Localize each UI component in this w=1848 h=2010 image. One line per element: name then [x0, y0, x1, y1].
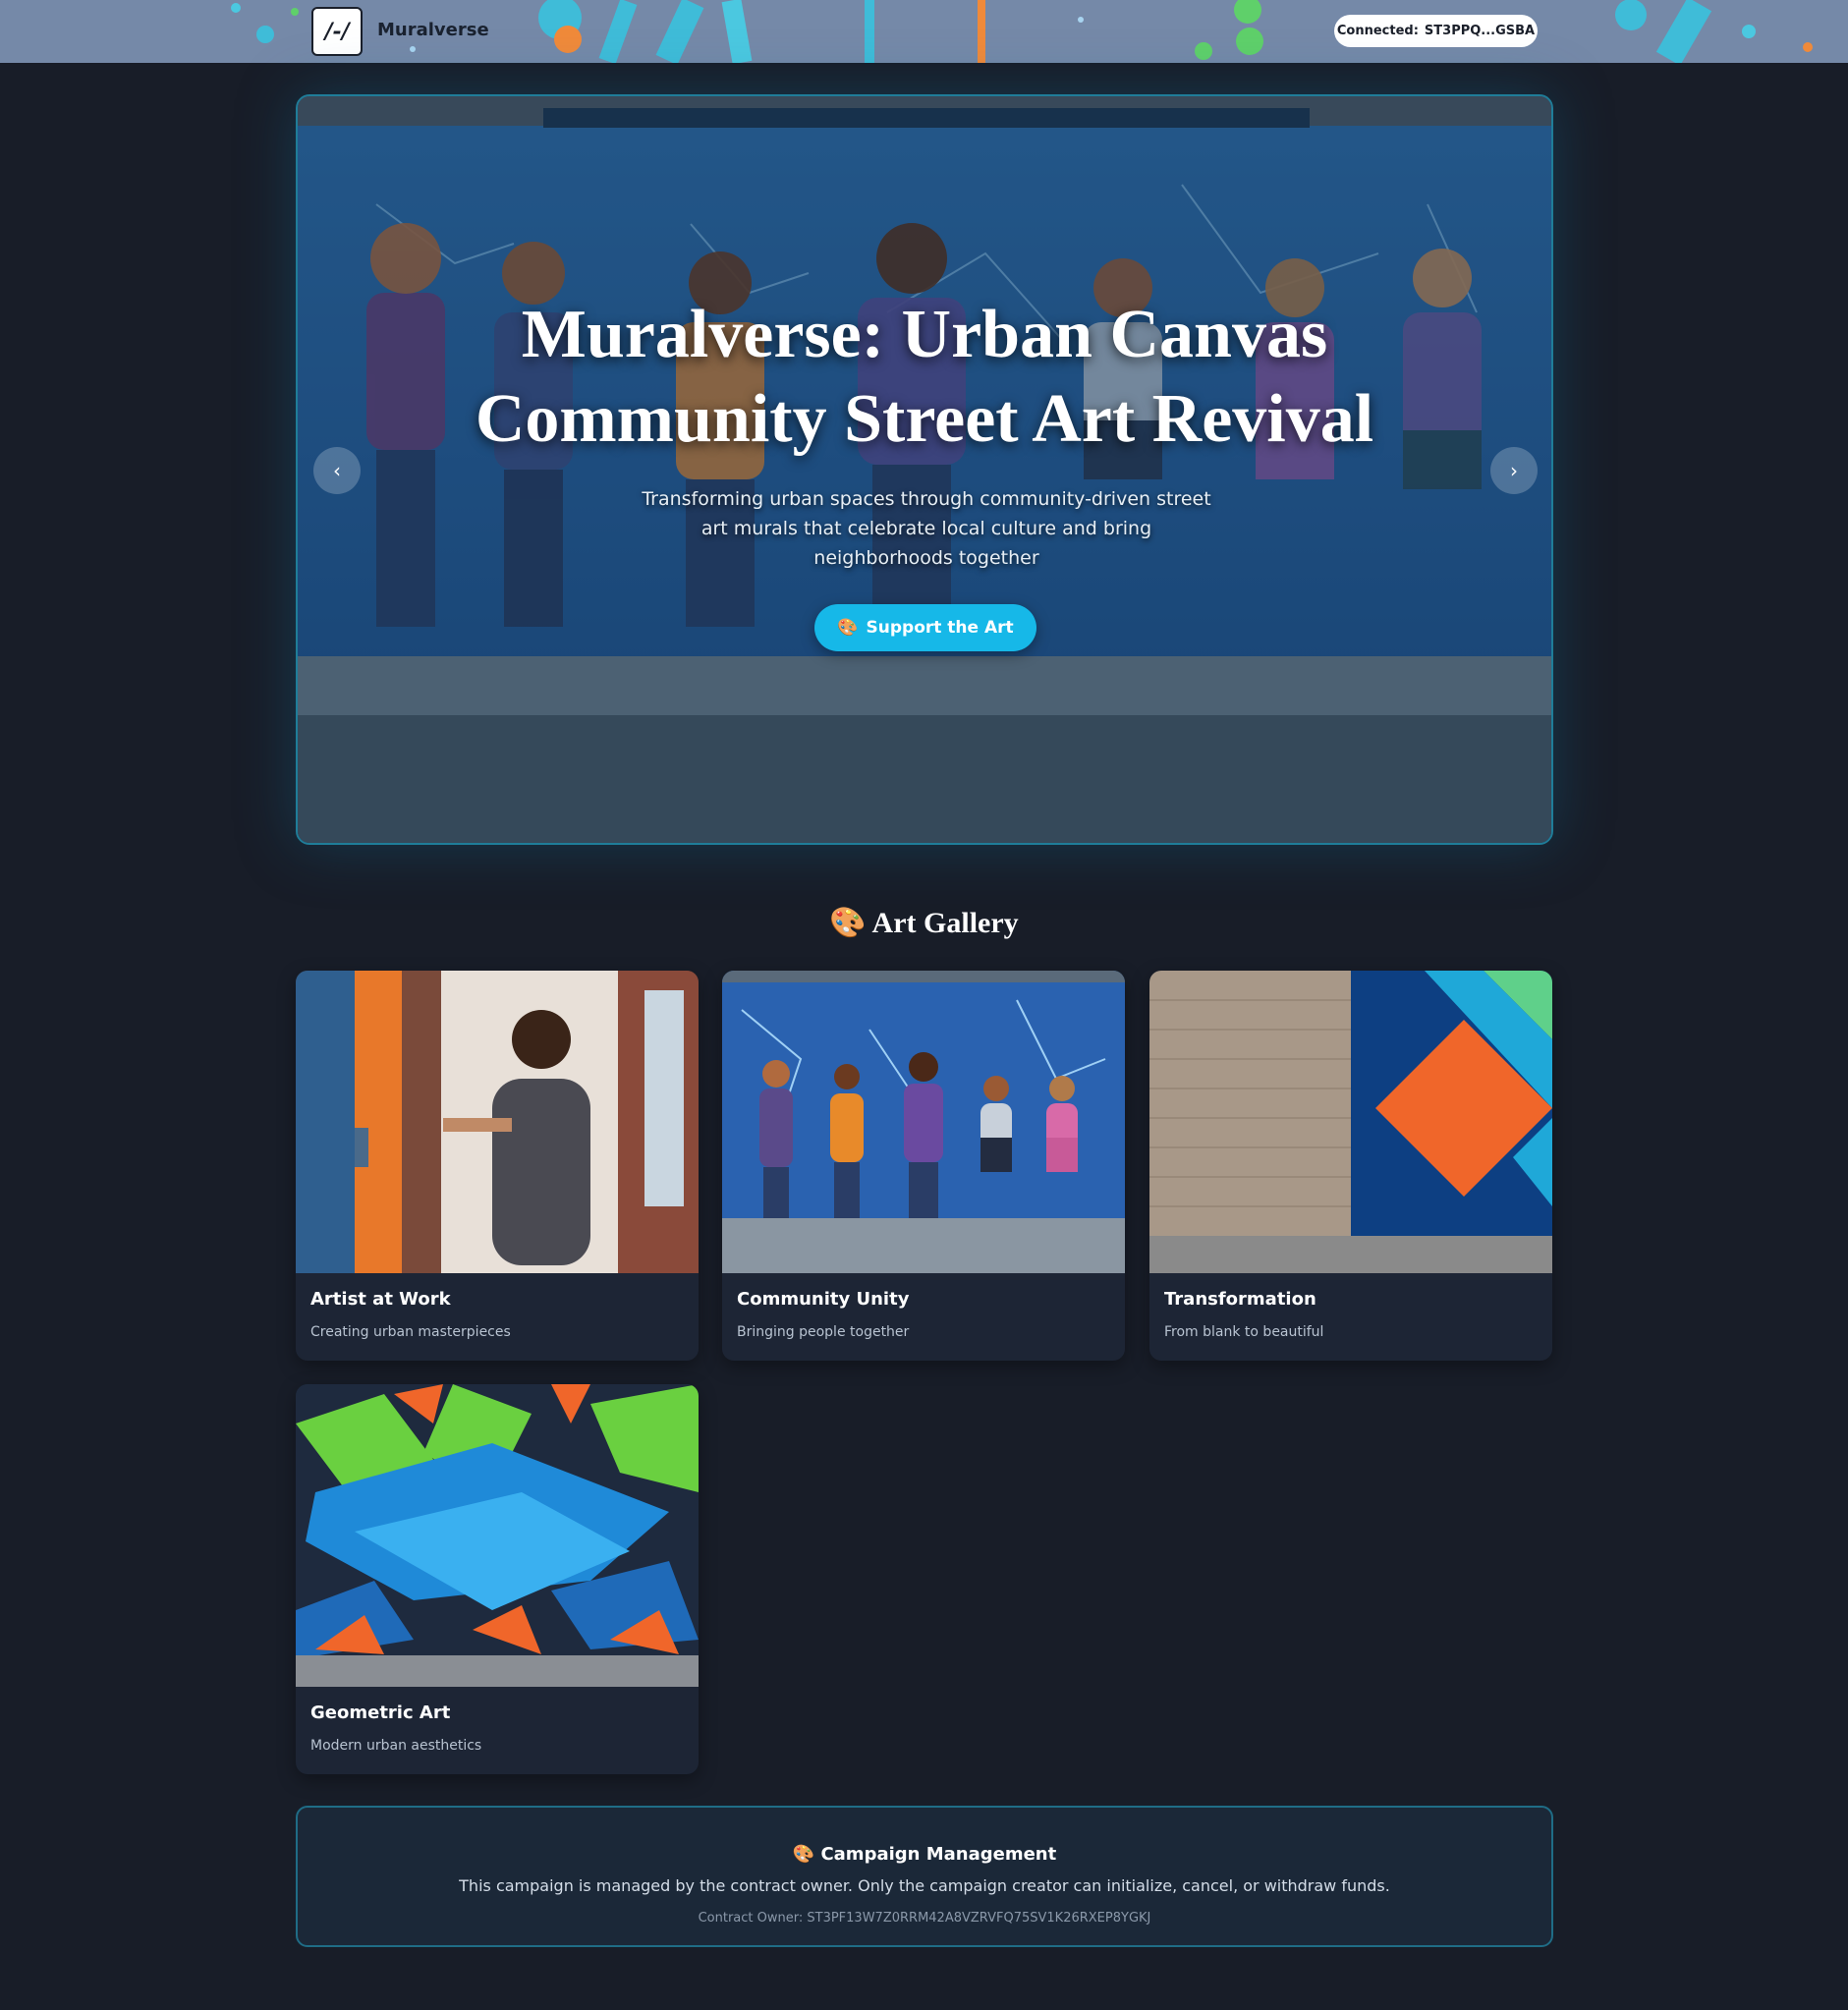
gallery-title: Art Gallery: [871, 907, 1019, 939]
chevron-left-icon: ‹: [333, 459, 341, 482]
paint-splatter-background: [231, 0, 1813, 63]
wallet-label: Connected:: [1336, 24, 1419, 38]
contract-owner-address: Contract Owner: ST3PF13W7Z0RRM42A8VZRVFQ…: [698, 1911, 1151, 1926]
carousel-prev-button[interactable]: ‹: [313, 447, 361, 494]
gallery-card-title: Community Unity: [737, 1289, 910, 1310]
brand-name[interactable]: Muralverse: [377, 20, 489, 40]
hero-banner: Muralverse: Urban Canvas Community Stree…: [296, 94, 1553, 845]
support-button-label: Support the Art: [866, 618, 1014, 638]
campaign-management-panel: 🎨 Campaign Management This campaign is m…: [296, 1806, 1553, 1947]
gallery-card-description: Modern urban aesthetics: [310, 1738, 482, 1754]
campaign-heading: 🎨 Campaign Management: [298, 1844, 1551, 1865]
logo-icon[interactable]: /-/: [311, 7, 363, 56]
gallery-image-community: [722, 971, 1125, 1273]
gallery-image-geometric: [296, 1384, 699, 1687]
campaign-title: Campaign Management: [820, 1844, 1057, 1865]
gallery-card-description: Bringing people together: [737, 1324, 910, 1340]
gallery-image-transformation: [1149, 971, 1552, 1273]
gallery-card-artist-at-work[interactable]: Artist at Work Creating urban masterpiec…: [296, 971, 699, 1361]
gallery-card-title: Transformation: [1164, 1289, 1316, 1310]
hero-mural-image: [298, 96, 1551, 843]
gallery-heading: 🎨 Art Gallery: [0, 906, 1848, 940]
wallet-address: ST3PPQ...GSBA: [1424, 24, 1536, 38]
hero-subtitle: Transforming urban spaces through commun…: [642, 488, 1211, 569]
gallery-card-title: Geometric Art: [310, 1703, 451, 1723]
hero-title-line-1: Muralverse: Urban Canvas: [521, 297, 1328, 372]
gallery-image-artist: [296, 971, 699, 1273]
gallery-card-description: From blank to beautiful: [1164, 1324, 1324, 1340]
top-nav-bar: /-/ Muralverse Connected: ST3PPQ...GSBA: [0, 0, 1848, 63]
palette-icon: 🎨: [837, 618, 859, 638]
gallery-card-title: Artist at Work: [310, 1289, 451, 1310]
wallet-status-badge[interactable]: Connected: ST3PPQ...GSBA: [1334, 15, 1538, 47]
palette-icon: 🎨: [792, 1844, 815, 1865]
hero-title: Muralverse: Urban Canvas Community Stree…: [298, 293, 1551, 462]
gallery-card-description: Creating urban masterpieces: [310, 1324, 511, 1340]
gallery-card-community-unity[interactable]: Community Unity Bringing people together: [722, 971, 1125, 1361]
hero-title-line-2: Community Street Art Revival: [475, 381, 1374, 457]
gallery-card-transformation[interactable]: Transformation From blank to beautiful: [1149, 971, 1552, 1361]
campaign-description: This campaign is managed by the contract…: [459, 1876, 1390, 1895]
chevron-right-icon: ›: [1510, 459, 1518, 482]
gallery-card-geometric-art[interactable]: Geometric Art Modern urban aesthetics: [296, 1384, 699, 1774]
support-the-art-button[interactable]: 🎨 Support the Art: [814, 604, 1036, 651]
carousel-next-button[interactable]: ›: [1490, 447, 1538, 494]
palette-icon: 🎨: [829, 907, 867, 939]
